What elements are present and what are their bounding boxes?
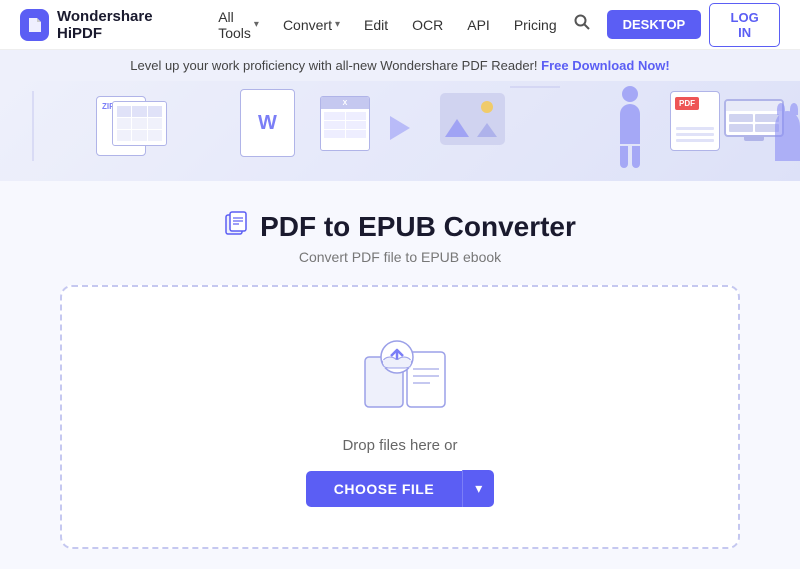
nav-label: Convert <box>283 17 332 33</box>
person-figure <box>620 86 640 168</box>
image-shape <box>440 93 505 145</box>
nav-label: Pricing <box>514 17 557 33</box>
drop-text: Drop files here or <box>342 437 457 454</box>
chevron-down-icon: ▾ <box>335 19 340 30</box>
page-subtitle: Convert PDF file to EPUB ebook <box>20 249 780 265</box>
nav-label: All Tools <box>218 9 251 41</box>
main-content: PDF to EPUB Converter Convert PDF file t… <box>0 181 800 569</box>
desktop-button[interactable]: DESKTOP <box>607 10 702 39</box>
logo-text: Wondershare HiPDF <box>57 8 188 42</box>
choose-file-dropdown-button[interactable]: ▾ <box>462 470 494 507</box>
nav-item-all-tools[interactable]: All Tools ▾ <box>208 3 269 47</box>
pdf-copy-icon <box>224 211 250 243</box>
nav-item-edit[interactable]: Edit <box>354 11 398 39</box>
spreadsheet-shape: X <box>320 96 370 151</box>
chevron-down-icon: ▾ <box>475 480 482 496</box>
file-drop-zone[interactable]: Drop files here or CHOOSE FILE ▾ <box>60 285 740 549</box>
banner-text: Level up your work proficiency with all-… <box>130 58 537 73</box>
animal-figure <box>775 111 800 161</box>
nav-item-ocr[interactable]: OCR <box>402 11 453 39</box>
nav-label: Edit <box>364 17 388 33</box>
line-decoration-h <box>510 86 560 88</box>
nav-item-convert[interactable]: Convert ▾ <box>273 11 350 39</box>
page-title-area: PDF to EPUB Converter <box>20 211 780 243</box>
search-icon[interactable] <box>567 7 597 42</box>
word-doc-shape: W <box>240 89 295 157</box>
promo-banner: Level up your work proficiency with all-… <box>0 50 800 81</box>
banner-link[interactable]: Free Download Now! <box>541 58 670 73</box>
choose-file-area: CHOOSE FILE ▾ <box>306 470 494 507</box>
nav-links: All Tools ▾ Convert ▾ Edit OCR API Prici… <box>208 3 566 47</box>
logo-icon <box>20 9 49 41</box>
chevron-down-icon: ▾ <box>254 19 259 30</box>
page-title: PDF to EPUB Converter <box>260 211 576 243</box>
nav-label: API <box>467 17 490 33</box>
nav-item-pricing[interactable]: Pricing <box>504 11 567 39</box>
play-arrow-icon <box>390 116 410 140</box>
logo-svg <box>26 16 44 34</box>
nav-item-api[interactable]: API <box>457 11 500 39</box>
line-decoration <box>32 91 34 161</box>
pdf-doc-shape: PDF <box>670 91 720 151</box>
choose-file-button[interactable]: CHOOSE FILE <box>306 471 462 507</box>
upload-illustration <box>355 337 445 417</box>
illustration-container: W X <box>0 81 800 181</box>
login-button[interactable]: LOG IN <box>709 3 780 47</box>
table-shape <box>112 101 167 146</box>
navbar: Wondershare HiPDF All Tools ▾ Convert ▾ … <box>0 0 800 50</box>
hero-illustration: W X <box>0 81 800 181</box>
logo[interactable]: Wondershare HiPDF <box>20 8 188 42</box>
nav-label: OCR <box>412 17 443 33</box>
